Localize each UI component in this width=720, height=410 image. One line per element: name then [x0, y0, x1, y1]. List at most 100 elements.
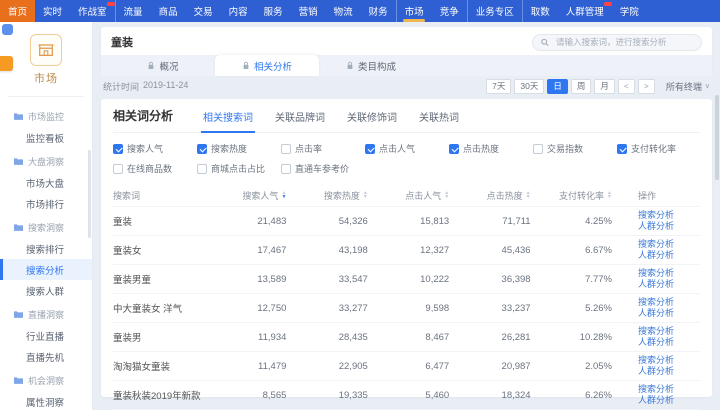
- sidebar-item[interactable]: 市场排行: [0, 193, 92, 214]
- crowd-analysis-link[interactable]: 人群分析: [638, 395, 700, 406]
- top-nav-item[interactable]: 营销: [291, 0, 326, 22]
- metric-checkbox[interactable]: 点击热度: [449, 142, 533, 155]
- metric-checkbox[interactable]: 商城点击占比: [197, 162, 281, 175]
- prev-date-button[interactable]: <: [618, 79, 635, 94]
- table-column-header[interactable]: 点击人气 ▲ ▼: [394, 189, 475, 202]
- sidebar-scrollbar[interactable]: [88, 150, 91, 238]
- sidebar-item[interactable]: 搜索人群: [0, 280, 92, 301]
- sort-icon[interactable]: ▲ ▼: [444, 191, 449, 199]
- table-column-header[interactable]: 搜索热度 ▲ ▼: [312, 189, 393, 202]
- metric-checkbox[interactable]: 点击人气: [365, 142, 449, 155]
- top-nav-item[interactable]: 业务专区: [467, 0, 522, 22]
- sort-icon[interactable]: ▲ ▼: [363, 191, 368, 199]
- metric-checkbox[interactable]: 搜索热度: [197, 142, 281, 155]
- top-nav-item[interactable]: 竞争: [432, 0, 467, 22]
- table-column-header[interactable]: 操作 ▲ ▼: [638, 189, 700, 202]
- top-nav-item[interactable]: 财务: [361, 0, 396, 22]
- table-row: 童装男 11,934 28,435 8,467 26,281 10.28% 搜索…: [113, 322, 700, 351]
- top-nav-item[interactable]: 交易: [186, 0, 221, 22]
- sort-desc-icon: ▼: [281, 195, 286, 199]
- analysis-tab[interactable]: 关联热词: [417, 109, 461, 132]
- top-nav-item[interactable]: 市场: [396, 0, 432, 22]
- next-date-button[interactable]: >: [638, 79, 655, 94]
- sort-icon[interactable]: ▲ ▼: [281, 191, 286, 199]
- table-column-header[interactable]: 搜索人气 ▲ ▼: [231, 189, 312, 202]
- sidebar-module-header[interactable]: 市场: [0, 22, 92, 86]
- sidebar-item[interactable]: 搜索排行: [0, 238, 92, 259]
- table-row: 童装秋装2019年新款 8,565 19,335 5,460 18,324 6.…: [113, 380, 700, 409]
- category-tab[interactable]: 相关分析: [215, 55, 319, 76]
- folder-icon: [13, 223, 24, 232]
- analysis-tab[interactable]: 关联品牌词: [273, 109, 327, 132]
- top-nav-item[interactable]: 取数: [522, 0, 558, 22]
- analysis-tab[interactable]: 相关搜索词: [201, 109, 255, 132]
- sidebar-item[interactable]: 属性洞察: [0, 391, 92, 410]
- crowd-analysis-link[interactable]: 人群分析: [638, 221, 700, 232]
- top-nav-item[interactable]: 作战室: [70, 0, 115, 22]
- sidebar-item[interactable]: 搜索洞察: [0, 217, 92, 238]
- date-range-button[interactable]: 30天: [514, 79, 544, 94]
- metric-checkbox-label: 交易指数: [547, 142, 583, 155]
- top-nav-item[interactable]: 商品: [151, 0, 186, 22]
- search-analysis-link[interactable]: 搜索分析: [638, 326, 700, 337]
- table-column-header[interactable]: 点击热度 ▲ ▼: [475, 189, 556, 202]
- search-analysis-link[interactable]: 搜索分析: [638, 210, 700, 221]
- table-header-row: 搜索词 ▲ ▼ 搜索人气 ▲ ▼: [113, 184, 700, 206]
- sidebar-item[interactable]: 行业直播: [0, 325, 92, 346]
- category-tab[interactable]: 概况: [111, 55, 215, 76]
- metric-checkbox-label: 商城点击占比: [211, 162, 265, 175]
- date-range-button[interactable]: 周: [571, 79, 592, 94]
- sidebar-item[interactable]: 机会洞察: [0, 370, 92, 391]
- top-nav-item[interactable]: 内容: [221, 0, 256, 22]
- crowd-analysis-link[interactable]: 人群分析: [638, 366, 700, 377]
- terminal-dropdown[interactable]: 所有终端 ∨: [666, 80, 710, 93]
- sidebar-item[interactable]: 大盘洞察: [0, 151, 92, 172]
- sidebar-item[interactable]: 搜索分析: [0, 259, 92, 280]
- search-analysis-link[interactable]: 搜索分析: [638, 297, 700, 308]
- crowd-analysis-link[interactable]: 人群分析: [638, 337, 700, 348]
- analysis-tab[interactable]: 关联修饰词: [345, 109, 399, 132]
- date-range-button[interactable]: 月: [594, 79, 615, 94]
- metric-checkbox[interactable]: 直通车参考价: [281, 162, 365, 175]
- metric-checkbox[interactable]: 在线商品数: [113, 162, 197, 175]
- table-column-header[interactable]: 支付转化率 ▲ ▼: [557, 189, 638, 202]
- top-nav-item[interactable]: 物流: [326, 0, 361, 22]
- sidebar-item-label: 搜索分析: [26, 263, 64, 277]
- top-nav-item[interactable]: 首页: [0, 0, 35, 22]
- crowd-analysis-link[interactable]: 人群分析: [638, 250, 700, 261]
- top-nav-item-label: 取数: [531, 4, 550, 18]
- top-nav-item[interactable]: 学院: [612, 0, 647, 22]
- metric-checkbox[interactable]: 交易指数: [533, 142, 617, 155]
- search-analysis-link[interactable]: 搜索分析: [638, 239, 700, 250]
- date-range-button[interactable]: 7天: [486, 79, 511, 94]
- metric-checkbox[interactable]: 支付转化率: [617, 142, 701, 155]
- category-tab[interactable]: 类目构成: [319, 55, 423, 76]
- crowd-analysis-link[interactable]: 人群分析: [638, 279, 700, 290]
- sidebar-item[interactable]: 监控看板: [0, 127, 92, 148]
- page-scrollbar[interactable]: [715, 95, 719, 180]
- sidebar-item[interactable]: 市场监控: [0, 106, 92, 127]
- sort-desc-icon: ▼: [444, 195, 449, 199]
- crowd-analysis-link[interactable]: 人群分析: [638, 308, 700, 319]
- table-column-header[interactable]: 搜索词 ▲ ▼: [113, 189, 231, 202]
- metric-checkbox[interactable]: 搜索人气: [113, 142, 197, 155]
- sort-icon[interactable]: ▲ ▼: [607, 191, 612, 199]
- search-analysis-link[interactable]: 搜索分析: [638, 355, 700, 366]
- actions-cell: 搜索分析 人群分析: [638, 326, 700, 348]
- keyword-search-box[interactable]: [532, 34, 702, 51]
- sidebar-item[interactable]: 市场大盘: [0, 172, 92, 193]
- top-nav-item[interactable]: 实时: [35, 0, 70, 22]
- metric-checkbox[interactable]: 点击率: [281, 142, 365, 155]
- top-nav-item[interactable]: 服务: [256, 0, 291, 22]
- sort-icon[interactable]: ▲ ▼: [526, 191, 531, 199]
- search-input[interactable]: [554, 36, 693, 48]
- search-analysis-link[interactable]: 搜索分析: [638, 268, 700, 279]
- sidebar-item[interactable]: 直播先机: [0, 346, 92, 367]
- top-nav-item[interactable]: 流量: [115, 0, 151, 22]
- notification-badge: [604, 2, 612, 6]
- search-analysis-link[interactable]: 搜索分析: [638, 384, 700, 395]
- sidebar-item[interactable]: 直播洞察: [0, 304, 92, 325]
- top-nav-item[interactable]: 人群管理: [558, 0, 612, 22]
- date-range-button[interactable]: 日: [547, 79, 568, 94]
- keyword-cell: 童装男童: [113, 272, 231, 286]
